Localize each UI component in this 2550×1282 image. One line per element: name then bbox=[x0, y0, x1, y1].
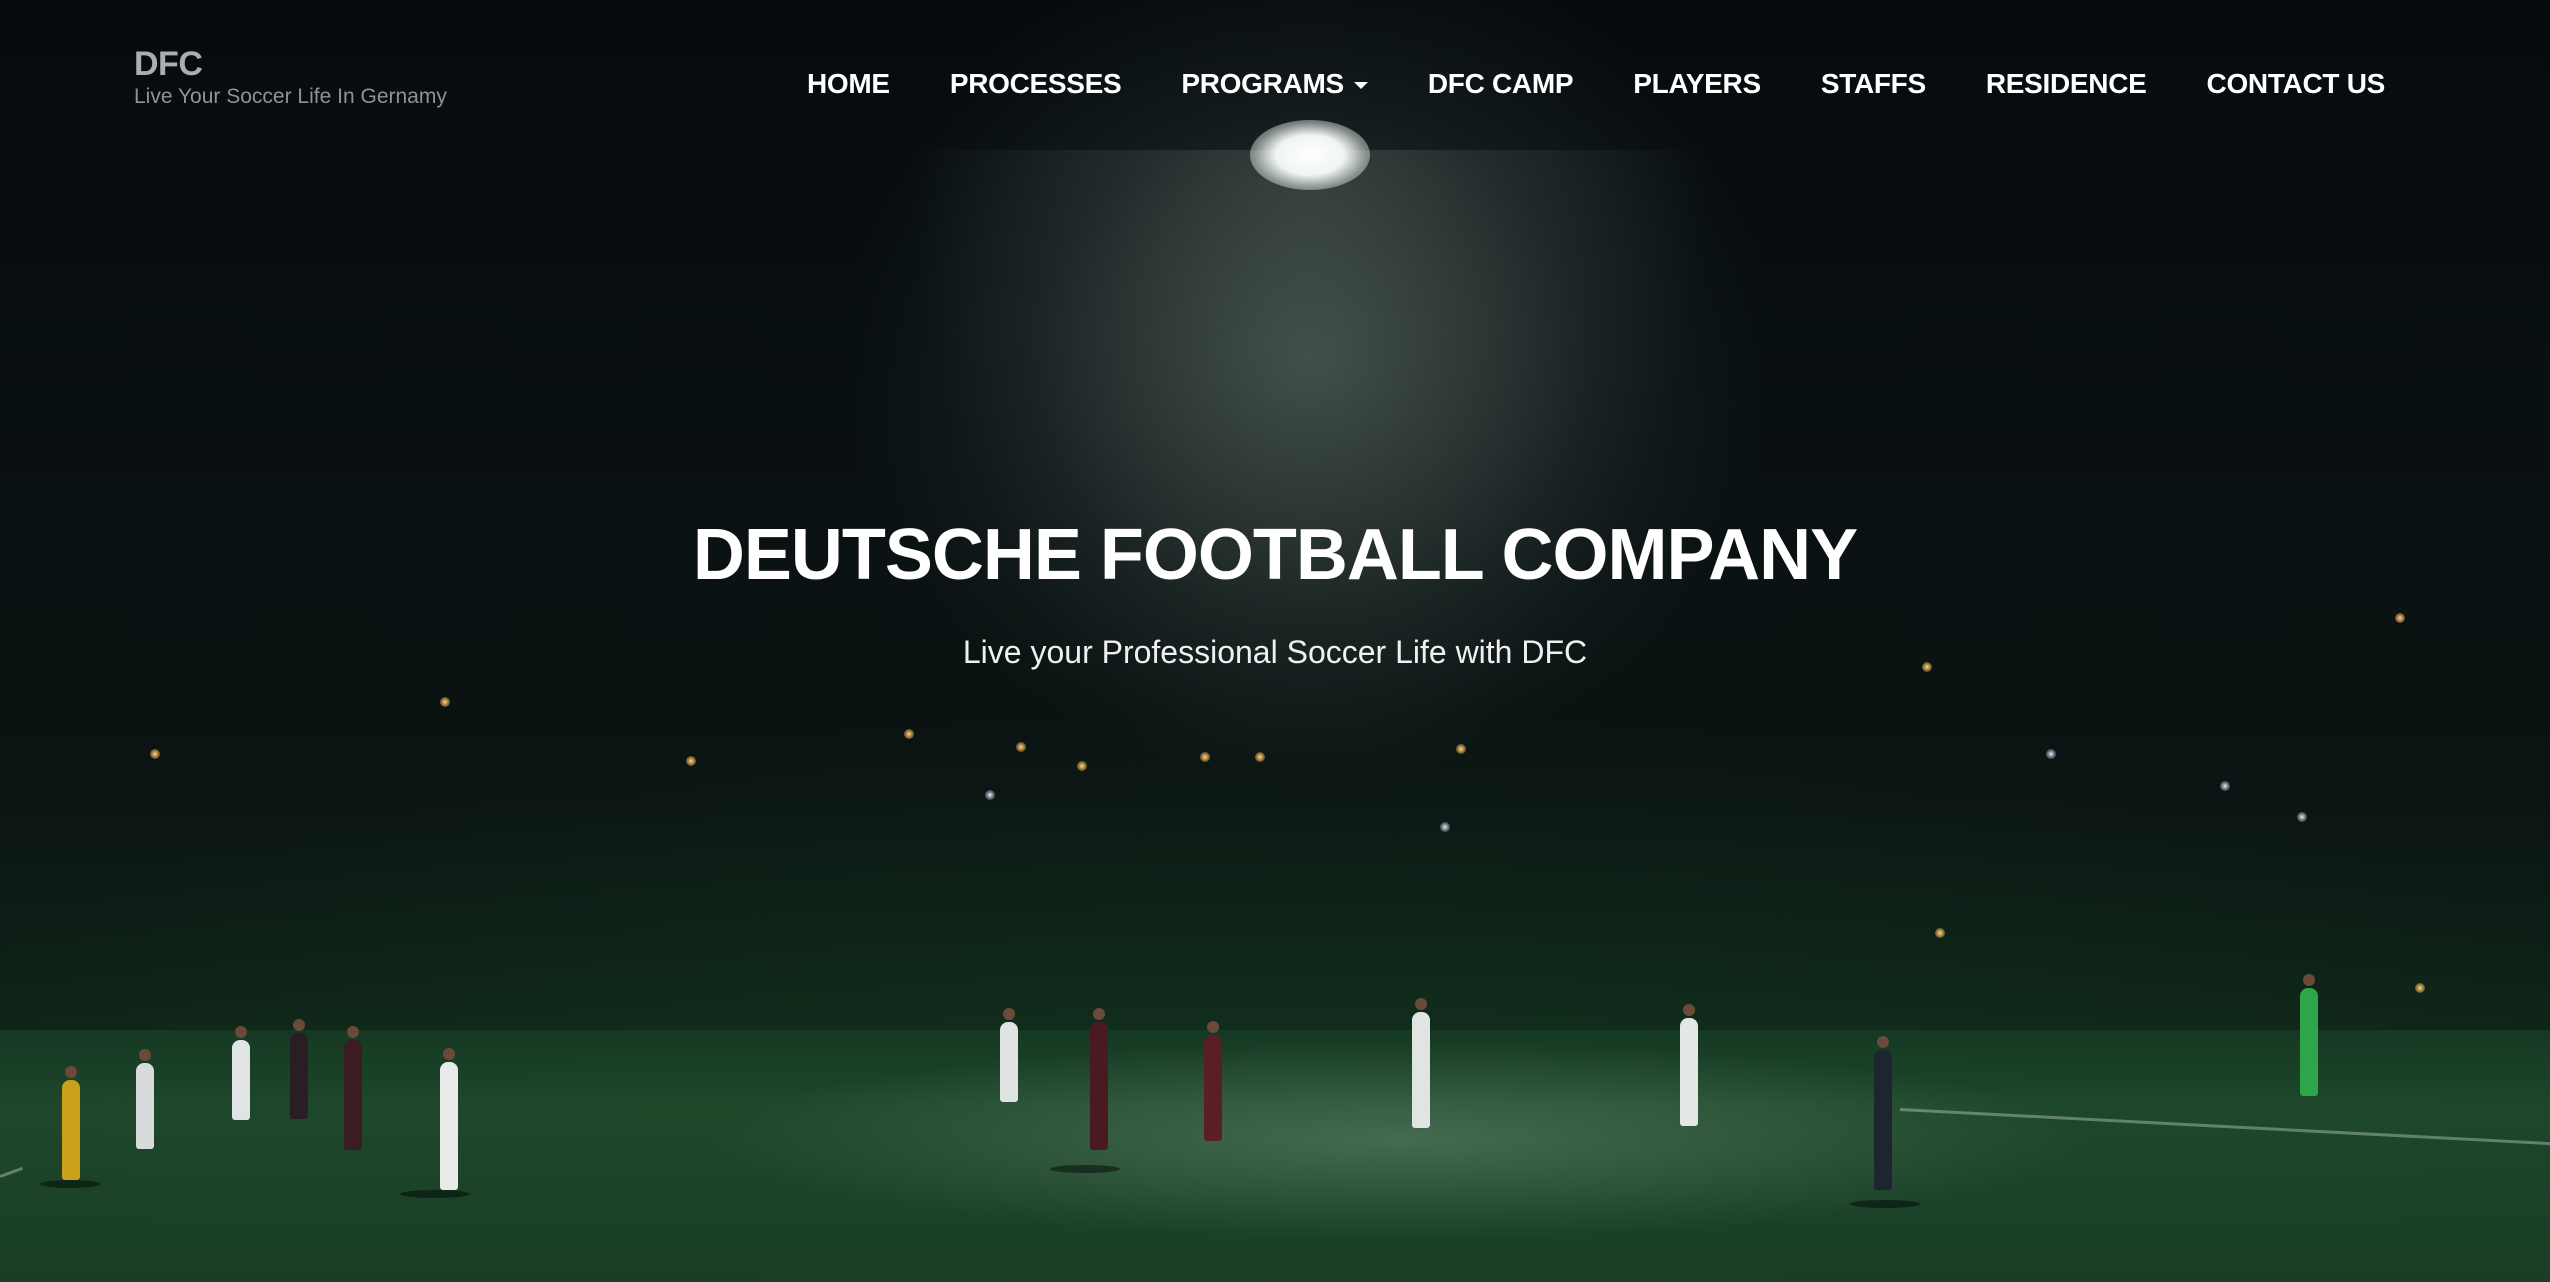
nav-item-label: CONTACT US bbox=[2206, 68, 2386, 99]
player bbox=[1412, 998, 1430, 1128]
caret-down-icon bbox=[1353, 82, 1368, 89]
hero-section: DFC Live Your Soccer Life In Gernamy HOM… bbox=[0, 0, 2550, 1282]
hero-title: DEUTSCHE FOOTBALL COMPANY bbox=[692, 515, 1858, 595]
distant-light bbox=[150, 749, 160, 759]
distant-light bbox=[2395, 613, 2405, 623]
nav-item-programs[interactable]: PROGRAMS bbox=[1181, 64, 1368, 104]
nav-item-staffs[interactable]: STAFFS bbox=[1821, 64, 1926, 104]
nav-item-players[interactable]: PLAYERS bbox=[1633, 64, 1761, 104]
player bbox=[1680, 1004, 1698, 1126]
player-shadow bbox=[1050, 1165, 1120, 1173]
player bbox=[1090, 1008, 1108, 1150]
player bbox=[344, 1026, 362, 1150]
distant-light bbox=[1456, 744, 1466, 754]
distant-light bbox=[2415, 983, 2425, 993]
player bbox=[1204, 1021, 1222, 1141]
nav-item-label: PLAYERS bbox=[1633, 68, 1761, 99]
nav-item-dfc-camp[interactable]: DFC CAMP bbox=[1427, 64, 1574, 104]
distant-light bbox=[1016, 742, 1026, 752]
floodlight-beam bbox=[910, 150, 1710, 850]
distant-light bbox=[1077, 761, 1087, 771]
nav-item-residence[interactable]: RESIDENCE bbox=[1986, 64, 2147, 104]
distant-light bbox=[440, 697, 450, 707]
player bbox=[290, 1019, 308, 1119]
brand-name[interactable]: DFC bbox=[134, 44, 447, 84]
player bbox=[2300, 974, 2318, 1096]
nav-item-label: PROCESSES bbox=[949, 68, 1122, 99]
nav-item-label: HOME bbox=[807, 68, 890, 99]
distant-light bbox=[2220, 781, 2230, 791]
player bbox=[62, 1066, 80, 1180]
brand[interactable]: DFC Live Your Soccer Life In Gernamy bbox=[134, 44, 447, 110]
hero-subtitle: Live your Professional Soccer Life with … bbox=[962, 634, 1588, 670]
distant-light bbox=[1200, 752, 1210, 762]
nav-item-label: STAFFS bbox=[1820, 68, 1926, 99]
player-shadow bbox=[1850, 1200, 1920, 1208]
player bbox=[1000, 1008, 1018, 1102]
distant-light bbox=[1440, 822, 1450, 832]
player bbox=[440, 1048, 458, 1190]
distant-light bbox=[2046, 749, 2056, 759]
floodlight bbox=[1250, 120, 1370, 190]
player-shadow bbox=[40, 1180, 100, 1188]
distant-light bbox=[1935, 928, 1945, 938]
player bbox=[1874, 1036, 1892, 1190]
player bbox=[136, 1049, 154, 1149]
player bbox=[232, 1026, 250, 1120]
nav-item-home[interactable]: HOME bbox=[807, 64, 890, 104]
nav-item-label: DFC CAMP bbox=[1427, 68, 1574, 99]
brand-tagline: Live Your Soccer Life In Gernamy bbox=[134, 85, 447, 108]
distant-light bbox=[686, 756, 696, 766]
main-nav: HOME PROCESSES PROGRAMS DFC CAMP PLAYERS… bbox=[747, 64, 2385, 104]
nav-item-contact-us[interactable]: CONTACT US bbox=[2206, 64, 2386, 104]
nav-item-label: RESIDENCE bbox=[1985, 68, 2147, 99]
distant-light bbox=[904, 729, 914, 739]
distant-light bbox=[2297, 812, 2307, 822]
nav-item-processes[interactable]: PROCESSES bbox=[950, 64, 1122, 104]
distant-light bbox=[985, 790, 995, 800]
nav-item-label: PROGRAMS bbox=[1181, 68, 1344, 99]
distant-light bbox=[1255, 752, 1265, 762]
player-shadow bbox=[400, 1190, 470, 1198]
